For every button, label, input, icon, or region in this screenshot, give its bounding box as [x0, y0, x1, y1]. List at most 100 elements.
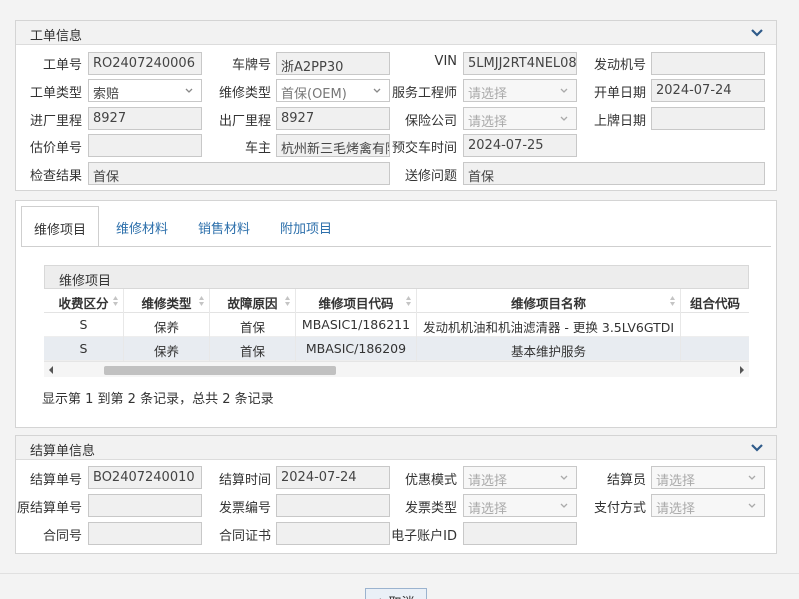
- inspection-result-label: 检查结果: [29, 169, 82, 184]
- discount-mode-placeholder: 请选择: [468, 474, 508, 489]
- work-order-panel: 工单信息 工单号 RO2407240006 车牌号 浙A2PP30 VIN 5L…: [15, 20, 777, 191]
- insurance-company-label: 保险公司: [404, 114, 457, 129]
- order-type-label: 工单类型: [29, 86, 82, 101]
- column-header[interactable]: 维修类型: [124, 289, 210, 313]
- settle-no-field[interactable]: BO2407240010: [88, 466, 202, 489]
- register-date-field[interactable]: [651, 107, 765, 130]
- delivery-time-label: 预交车时间: [391, 141, 457, 156]
- repair-type-value: 首保(OEM): [281, 87, 347, 102]
- table-row[interactable]: S 保养 首保 MBASIC/186209 基本维护服务: [44, 337, 749, 361]
- settle-time-label: 结算时间: [218, 473, 271, 488]
- chevron-down-icon[interactable]: [750, 27, 764, 39]
- table-cell: 保养: [124, 313, 210, 337]
- scroll-right-icon[interactable]: [738, 365, 746, 375]
- table-cell: 发动机机油和机油滤清器 - 更换 3.5LV6GTDI: [417, 313, 681, 337]
- grid-header-row: 收费区分 维修类型 故障原因 维修项目代码 维修项目名称 组合代码: [44, 289, 749, 313]
- pagination-info: 显示第 1 到第 2 条记录，总共 2 条记录: [42, 392, 274, 407]
- out-mileage-field[interactable]: 8927: [276, 107, 390, 130]
- repair-issue-label: 送修问题: [404, 169, 457, 184]
- column-header[interactable]: 故障原因: [210, 289, 296, 313]
- sort-icon: [285, 296, 290, 306]
- in-mileage-label: 进厂里程: [29, 114, 82, 129]
- tab-repair-materials[interactable]: 维修材料: [103, 206, 181, 247]
- owner-label: 车主: [244, 141, 271, 156]
- discount-mode-select[interactable]: 请选择: [463, 466, 577, 489]
- e-account-id-label: 电子账户ID: [391, 529, 457, 544]
- insurance-company-select[interactable]: 请选择: [463, 107, 577, 130]
- order-type-select[interactable]: 索赔: [88, 79, 202, 102]
- table-cell: 首保: [210, 337, 296, 361]
- sort-icon: [670, 296, 675, 306]
- work-order-panel-title: 工单信息: [30, 29, 83, 44]
- service-engineer-select[interactable]: 请选择: [463, 79, 577, 102]
- service-engineer-placeholder: 请选择: [468, 87, 508, 102]
- inspection-result-field[interactable]: 首保: [88, 162, 390, 185]
- engine-no-label: 发动机号: [593, 58, 646, 73]
- table-cell: [681, 313, 749, 337]
- table-row[interactable]: S 保养 首保 MBASIC1/186211 发动机机油和机油滤清器 - 更换 …: [44, 313, 749, 337]
- owner-field[interactable]: 杭州新三毛烤禽有限: [276, 134, 390, 157]
- repair-issue-field[interactable]: 首保: [463, 162, 765, 185]
- plate-no-field[interactable]: 浙A2PP30: [276, 52, 390, 75]
- table-cell: 首保: [210, 313, 296, 337]
- payment-method-label: 支付方式: [593, 501, 646, 516]
- dropdown-caret-icon: [748, 475, 756, 480]
- in-mileage-field[interactable]: 8927: [88, 107, 202, 130]
- chevron-down-icon[interactable]: [750, 442, 764, 454]
- tab-divider: [21, 246, 771, 247]
- contract-no-field[interactable]: [88, 522, 202, 545]
- repair-items-grid: 维修项目 收费区分 维修类型 故障原因 维修项目代码 维修项目名称 组合代码 S…: [44, 265, 749, 377]
- column-header[interactable]: 维修项目名称: [417, 289, 681, 313]
- grid-caption: 维修项目: [44, 265, 749, 289]
- scrollbar-thumb[interactable]: [104, 366, 336, 375]
- repair-details-panel: 维修项目 维修材料 销售材料 附加项目 维修项目 收费区分 维修类型 故障原因 …: [15, 200, 777, 428]
- invoice-type-placeholder: 请选择: [468, 502, 508, 517]
- repair-type-label: 维修类型: [218, 86, 271, 101]
- repair-type-select[interactable]: 首保(OEM): [276, 79, 390, 102]
- order-no-field[interactable]: RO2407240006: [88, 52, 202, 75]
- column-header[interactable]: 收费区分: [44, 289, 124, 313]
- horizontal-scrollbar[interactable]: [44, 361, 749, 377]
- grid-body: 收费区分 维修类型 故障原因 维修项目代码 维修项目名称 组合代码 S 保养 首…: [44, 289, 749, 377]
- invoice-type-label: 发票类型: [404, 501, 457, 516]
- dropdown-caret-icon: [748, 503, 756, 508]
- orig-settle-no-label: 原结算单号: [16, 501, 82, 516]
- sort-icon: [199, 296, 204, 306]
- delivery-time-field[interactable]: 2024-07-25: [463, 134, 577, 157]
- vin-field[interactable]: 5LMJJ2RT4NEL08: [463, 52, 577, 75]
- contract-cert-field[interactable]: [276, 522, 390, 545]
- table-cell: S: [44, 337, 124, 361]
- settler-placeholder: 请选择: [656, 474, 696, 489]
- e-account-id-field[interactable]: [463, 522, 577, 545]
- tab-repair-items[interactable]: 维修项目: [21, 206, 99, 247]
- table-cell: MBASIC/186209: [296, 337, 417, 361]
- payment-method-select[interactable]: 请选择: [651, 494, 765, 517]
- contract-cert-label: 合同证书: [218, 529, 271, 544]
- invoice-type-select[interactable]: 请选择: [463, 494, 577, 517]
- open-date-field[interactable]: 2024-07-24: [651, 79, 765, 102]
- open-date-label: 开单日期: [593, 86, 646, 101]
- table-cell: 基本维护服务: [417, 337, 681, 361]
- column-header[interactable]: 组合代码: [681, 289, 749, 313]
- engine-no-field[interactable]: [651, 52, 765, 75]
- estimate-no-field[interactable]: [88, 134, 202, 157]
- tab-sales-materials[interactable]: 销售材料: [185, 206, 263, 247]
- settle-time-field[interactable]: 2024-07-24: [276, 466, 390, 489]
- cancel-button[interactable]: 取消: [365, 588, 427, 599]
- estimate-no-label: 估价单号: [29, 141, 82, 156]
- discount-mode-label: 优惠模式: [404, 473, 457, 488]
- settlement-panel-title: 结算单信息: [30, 444, 96, 459]
- column-header[interactable]: 维修项目代码: [296, 289, 417, 313]
- orig-settle-no-field[interactable]: [88, 494, 202, 517]
- sort-icon: [113, 296, 118, 306]
- out-mileage-label: 出厂里程: [218, 114, 271, 129]
- scroll-left-icon[interactable]: [47, 365, 55, 375]
- invoice-no-field[interactable]: [276, 494, 390, 517]
- settler-select[interactable]: 请选择: [651, 466, 765, 489]
- tab-extra-items[interactable]: 附加项目: [267, 206, 345, 247]
- settlement-panel: 结算单信息 结算单号 BO2407240010 结算时间 2024-07-24 …: [15, 435, 777, 554]
- settler-label: 结算员: [606, 473, 646, 488]
- contract-no-label: 合同号: [42, 529, 82, 544]
- invoice-no-label: 发票编号: [218, 501, 271, 516]
- work-order-panel-header: 工单信息: [16, 21, 776, 45]
